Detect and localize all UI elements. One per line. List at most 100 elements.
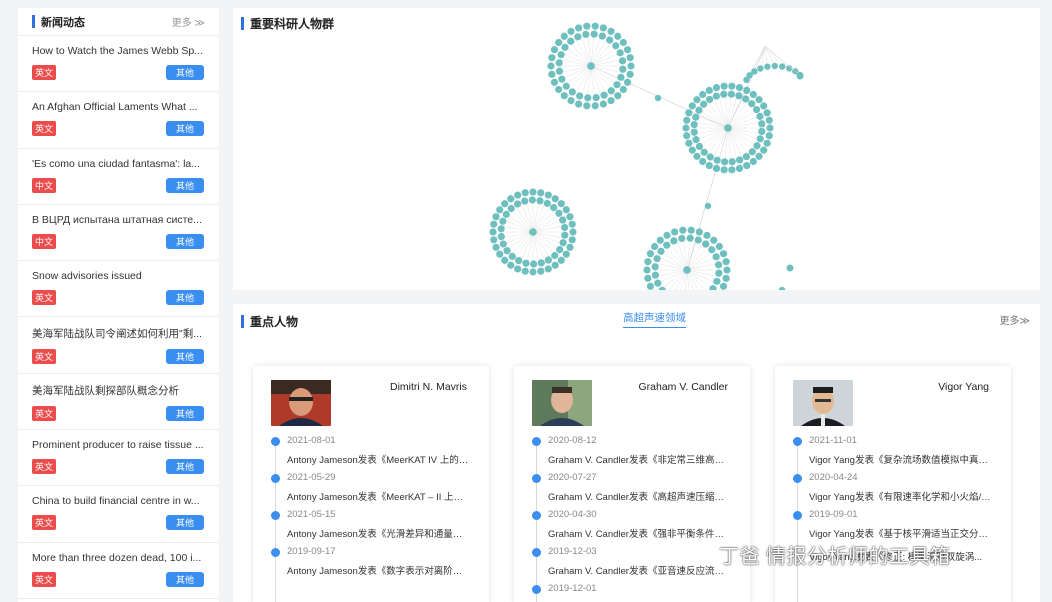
category-tag[interactable]: 其他 xyxy=(165,349,204,365)
entry-text[interactable]: Graham V. Candler发表《高超声速压缩斜坡... xyxy=(548,489,730,503)
news-item[interactable]: 'Es como una ciudad fantasma': la... 中文 其他 xyxy=(18,149,219,205)
publication-timeline: 2020-08-12 Graham V. Candler发表《非定常三维高超声..… xyxy=(532,434,734,602)
graph-node xyxy=(566,213,574,221)
entry-date: 2020-04-24 xyxy=(809,472,858,483)
graph-node xyxy=(557,256,565,264)
graph-node xyxy=(544,191,552,199)
graph-node xyxy=(522,259,530,267)
person-name[interactable]: Dimitri N. Mavris xyxy=(390,381,467,393)
graph-node xyxy=(712,164,721,172)
timeline-entry[interactable]: 2021-11-01 Vigor Yang发表《复杂流场数值模拟中真实流... xyxy=(793,434,995,471)
news-item[interactable]: China to build financial centre in w... 英… xyxy=(18,486,219,543)
category-tag[interactable]: 其他 xyxy=(165,459,204,475)
language-tag: 英文 xyxy=(32,121,57,137)
news-tags: 中文 其他 xyxy=(32,177,204,193)
graph-node xyxy=(752,105,761,114)
graph-node xyxy=(537,259,545,267)
news-item[interactable]: Snow advisories issued 英文 其他 xyxy=(18,261,219,318)
graph-node xyxy=(735,92,743,100)
entry-text[interactable]: Antony Jameson发表《MeerKAT – II 上的千... xyxy=(287,489,469,503)
news-item-title[interactable]: More than three dozen dead, 100 i... xyxy=(32,552,204,564)
language-tag: 中文 xyxy=(32,233,57,249)
graph-node xyxy=(753,142,761,150)
graph-node xyxy=(755,96,763,104)
news-more-link[interactable]: 更多 ≫ xyxy=(172,14,205,29)
graph-node xyxy=(569,228,577,236)
entry-date: 2021-05-15 xyxy=(287,509,336,520)
entry-text[interactable]: Vigor Yang发表《复杂流场数值模拟中真实流... xyxy=(809,452,991,466)
graph-node xyxy=(708,246,716,254)
category-tag[interactable]: 其他 xyxy=(165,65,204,80)
timeline-entry[interactable]: 2020-07-27 Graham V. Candler发表《高超声速压缩斜坡..… xyxy=(532,471,734,508)
graph-node xyxy=(562,82,570,90)
category-tag[interactable]: 其他 xyxy=(165,405,204,421)
graph-node xyxy=(722,258,730,266)
graph-node xyxy=(507,204,515,213)
graph-node xyxy=(530,260,538,268)
timeline-entry[interactable]: 2021-08-01 Antony Jameson发表《MeerKAT IV 上的… xyxy=(271,434,473,471)
category-tag[interactable]: 其他 xyxy=(165,177,204,193)
graph-node xyxy=(654,94,662,102)
entry-text[interactable]: Antony Jameson发表《数字表示对离阶隐式... xyxy=(287,563,469,577)
researcher-network-graph[interactable] xyxy=(233,8,1040,290)
entry-text[interactable]: Antony Jameson发表《MeerKAT IV 上的千... xyxy=(287,452,469,466)
category-tag[interactable]: 其他 xyxy=(165,233,204,249)
entry-text[interactable]: Graham V. Candler发表《强非平衡条件下冲... xyxy=(548,526,730,540)
news-item-title[interactable]: 美海军陆战队剩探部队概念分析 xyxy=(32,383,204,398)
news-item-title[interactable]: How to Watch the James Webb Sp... xyxy=(32,45,204,57)
language-tag: 英文 xyxy=(32,290,57,306)
news-item[interactable]: How to Watch the James Webb Sp... 英文 其他 xyxy=(18,36,219,93)
news-item-title[interactable]: Prominent producer to raise tissue ... xyxy=(32,439,204,451)
tab-hypersonic[interactable]: 高超声速领域 xyxy=(623,310,686,328)
entry-text[interactable]: Antony Jameson发表《光滑差异和通量重建... xyxy=(287,526,469,540)
graph-node xyxy=(555,38,563,47)
timeline-entry[interactable]: 2020-08-12 Graham V. Candler发表《非定常三维高超声..… xyxy=(532,434,734,471)
news-item-title[interactable]: 'Es como una ciudad fantasma': la... xyxy=(32,158,204,170)
language-tag: 英文 xyxy=(32,349,57,365)
timeline-entry[interactable]: 2021-05-29 Antony Jameson发表《MeerKAT – II … xyxy=(271,471,473,508)
graph-node xyxy=(713,156,721,164)
news-tags: 英文 其他 xyxy=(32,571,204,587)
timeline-entry[interactable]: 2019-12-01 xyxy=(532,582,734,602)
graph-node xyxy=(614,92,622,100)
graph-node xyxy=(695,106,703,114)
graph-node xyxy=(529,188,537,196)
category-tag[interactable]: 其他 xyxy=(165,290,204,306)
person-name[interactable]: Vigor Yang xyxy=(938,381,989,393)
category-tag[interactable]: 其他 xyxy=(165,121,204,137)
timeline-entry[interactable]: 2021-05-15 Antony Jameson发表《光滑差异和通量重建... xyxy=(271,508,473,545)
news-item-title[interactable]: Snow advisories issued xyxy=(32,270,204,282)
entry-text[interactable]: Vigor Yang发表《有限速率化学和小火焰/进... xyxy=(809,489,991,503)
news-item[interactable]: 美海军陆战队剩探部队概念分析 英文 其他 xyxy=(18,374,219,431)
news-item-title[interactable]: В ВЦРД испытана штатная систе... xyxy=(32,214,204,226)
category-tag[interactable]: 其他 xyxy=(165,515,204,531)
graph-node xyxy=(592,93,600,102)
graph-node xyxy=(719,250,728,258)
news-item-title[interactable]: An Afghan Official Laments What ... xyxy=(32,101,204,113)
entry-date: 2020-07-27 xyxy=(548,472,597,483)
news-item[interactable]: 美海军陆战队司令阐述如何利用"剩... 英文 其他 xyxy=(18,317,219,374)
people-more-link[interactable]: 更多≫ xyxy=(1000,312,1030,327)
person-card[interactable]: Dimitri N. Mavris 2021-08-01 Antony James… xyxy=(253,366,489,602)
news-item-title[interactable]: 美海军陆战队司令阐述如何利用"剩... xyxy=(32,326,204,341)
category-tag[interactable]: 其他 xyxy=(165,571,204,587)
timeline-entry[interactable]: 2019-09-17 Antony Jameson发表《数字表示对离阶隐式... xyxy=(271,545,473,582)
graph-node xyxy=(728,82,736,90)
avatar xyxy=(271,380,331,426)
timeline-entry[interactable]: 2020-04-24 Vigor Yang发表《有限速率化学和小火焰/进... xyxy=(793,471,995,508)
entry-text[interactable]: Vigor Yang发表《基于核平滑适当正交分解的... xyxy=(809,526,991,540)
graph-node xyxy=(720,82,728,90)
news-item[interactable]: В ВЦРД испытана штатная систе... 中文 其他 xyxy=(18,205,219,262)
graph-node xyxy=(626,54,634,62)
graph-hub-node xyxy=(529,228,537,236)
news-item-title[interactable]: China to build financial centre in w... xyxy=(32,495,204,507)
person-name[interactable]: Graham V. Candler xyxy=(639,381,729,393)
entry-text[interactable]: Graham V. Candler发表《非定常三维高超声... xyxy=(548,452,730,466)
graph-node xyxy=(613,81,621,89)
graph-node xyxy=(736,156,744,164)
news-item[interactable]: An Afghan Official Laments What ... 英文 其他 xyxy=(18,92,219,149)
graph-node xyxy=(690,121,698,129)
news-item[interactable]: More than three dozen dead, 100 i... 英文 其他 xyxy=(18,543,219,599)
graph-node xyxy=(497,225,505,233)
news-item[interactable]: Prominent producer to raise tissue ... 英文… xyxy=(18,430,219,487)
